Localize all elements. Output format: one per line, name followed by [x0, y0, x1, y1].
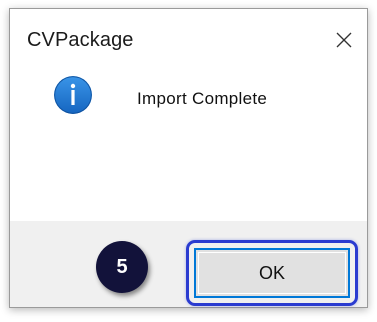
info-icon: [54, 76, 92, 114]
step-number-badge: 5: [96, 241, 148, 293]
close-icon: [336, 32, 352, 48]
dialog-message: Import Complete: [137, 89, 268, 108]
screenshot-stage: CVPackage Import Complete OK 5: [0, 0, 377, 322]
close-button[interactable]: [321, 9, 367, 71]
ok-button[interactable]: OK: [194, 248, 350, 298]
dialog-title: CVPackage: [27, 29, 134, 51]
title-bar: CVPackage: [10, 9, 367, 71]
